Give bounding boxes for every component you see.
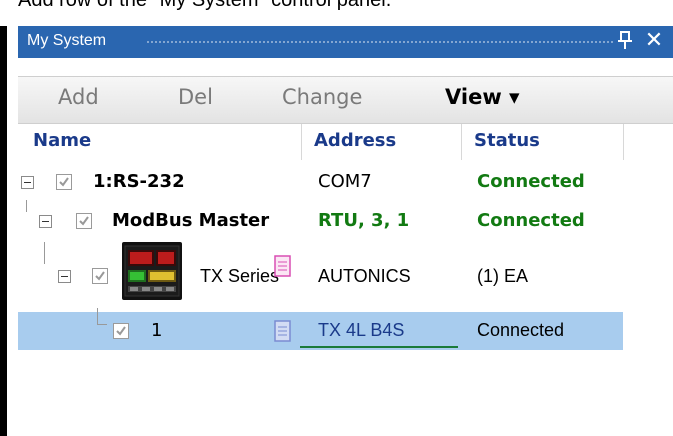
column-header-name[interactable]: Name [33, 130, 91, 151]
window-edge [0, 26, 7, 436]
collapse-icon[interactable] [58, 270, 71, 283]
caption-text: Add row of the "My System" control panel… [18, 0, 392, 11]
panel-title: My System [27, 32, 107, 49]
tree-row-modbus-master[interactable]: ModBus Master RTU, 3, 1 Connected [18, 200, 623, 240]
row-name: 1:RS-232 [93, 171, 185, 192]
checkbox-checked[interactable] [56, 174, 72, 190]
row-name: TX Series [200, 266, 280, 286]
row-address: AUTONICS [318, 266, 411, 286]
pin-icon[interactable] [616, 29, 634, 53]
tree-line [44, 242, 45, 264]
row-name: 1 [151, 320, 163, 341]
tree-row-device-1[interactable]: 1 TX 4L B4S Connected [18, 308, 623, 350]
tree-line [97, 324, 107, 325]
collapse-icon[interactable] [39, 215, 52, 228]
view-menu-button[interactable]: View ▾ [445, 85, 520, 109]
panel-title-bar[interactable]: My System ✕ [18, 26, 673, 58]
checkbox-checked[interactable] [92, 268, 108, 284]
address-underline [300, 346, 458, 348]
column-divider[interactable] [623, 124, 624, 160]
document-icon[interactable] [274, 320, 291, 342]
document-icon[interactable] [274, 255, 291, 277]
add-button[interactable]: Add [58, 85, 99, 109]
row-name: ModBus Master [112, 210, 270, 231]
tree-row-rs232[interactable]: 1:RS-232 COM7 Connected [18, 166, 623, 200]
checkbox-checked[interactable] [113, 323, 129, 339]
toolbar: Add Del Change View ▾ [18, 76, 673, 124]
tree-line [26, 200, 27, 212]
column-divider[interactable] [301, 124, 302, 160]
checkbox-checked[interactable] [76, 213, 92, 229]
del-button[interactable]: Del [178, 85, 213, 109]
tree-row-tx-series[interactable]: TX Series AUTONICS (1) EA [18, 242, 623, 308]
column-header-row: Name Address Status [18, 124, 673, 160]
row-address: TX 4L B4S [318, 320, 405, 340]
collapse-icon[interactable] [21, 176, 34, 189]
change-button[interactable]: Change [282, 85, 362, 109]
column-header-status[interactable]: Status [474, 130, 540, 151]
row-address: RTU, 3, 1 [318, 210, 410, 231]
close-icon[interactable]: ✕ [642, 28, 666, 54]
row-status: Connected [477, 171, 585, 192]
row-address: COM7 [318, 171, 372, 192]
row-status: (1) EA [477, 266, 529, 286]
my-system-panel: My System ✕ Add Del Change View ▾ Name A… [18, 26, 673, 436]
title-grip [146, 40, 614, 45]
row-status: Connected [477, 320, 565, 340]
tree-line [97, 308, 98, 324]
column-header-address[interactable]: Address [314, 130, 396, 151]
tx-series-device-image [122, 242, 182, 300]
row-status: Connected [477, 210, 585, 231]
column-divider[interactable] [461, 124, 462, 160]
